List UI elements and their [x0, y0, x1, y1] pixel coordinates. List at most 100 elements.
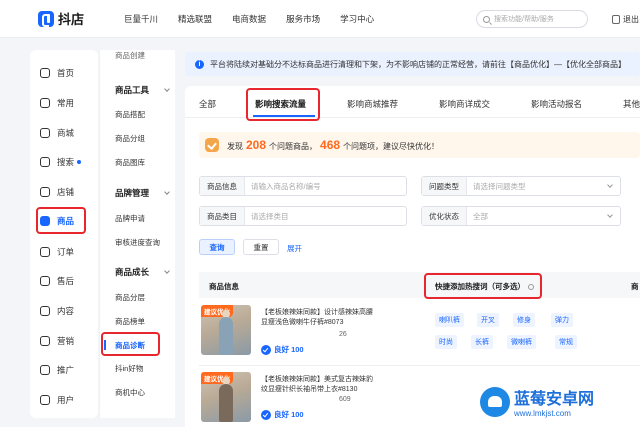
leftnav-item-order[interactable]: 订单	[40, 243, 98, 261]
subnav-item-review-progress[interactable]: 审核进度查询	[115, 237, 160, 248]
leftnav-item-marketing[interactable]: 营销	[40, 332, 98, 350]
leftnav-item-content[interactable]: 内容	[40, 302, 98, 320]
highlight-product-nav	[36, 207, 86, 234]
keyword-chip[interactable]: 修身	[513, 313, 535, 327]
category-select[interactable]: 商品类目 请选择类目	[199, 206, 407, 226]
tab-mall-recommend[interactable]: 影响商城推荐	[347, 98, 398, 110]
subnav-item-ranking[interactable]: 商品榜单	[115, 316, 145, 327]
issue-product-count: 208	[246, 138, 267, 152]
subnav-item-gallery[interactable]: 商品图库	[115, 157, 145, 168]
new-dot	[77, 160, 82, 164]
subnav-item-brand-apply[interactable]: 品牌申请	[115, 213, 145, 224]
folder-icon	[40, 98, 50, 108]
issue-item-count: 468	[320, 138, 341, 152]
reset-button[interactable]: 重置	[243, 239, 279, 255]
leftnav-item-store[interactable]: 店铺	[40, 183, 98, 201]
subnav-item-opportunity[interactable]: 商机中心	[115, 387, 145, 398]
after-sale-icon	[40, 276, 50, 286]
status-select[interactable]: 优化状态 全部	[421, 206, 621, 226]
col-product-info: 商品信息	[209, 282, 239, 291]
product-thumbnail[interactable]: 建议优化	[201, 372, 251, 422]
chevron-down-icon	[607, 182, 613, 188]
search-icon	[40, 157, 50, 167]
leftnav-item-common[interactable]: 常用	[40, 94, 98, 112]
topnav-item-service-market[interactable]: 服务市场	[286, 13, 320, 25]
table-row: 建议优化 【老板娘辣妹同款】设计感辣妹高腰显瘦浅色微喇牛仔裤#8073 26 良…	[199, 300, 640, 366]
info-icon: i	[195, 59, 204, 69]
store-icon	[40, 187, 50, 197]
check-circle-icon	[261, 409, 271, 420]
search-placeholder: 搜索功能/帮助/服务	[494, 16, 554, 23]
subnav-item-grouping[interactable]: 商品分组	[115, 133, 145, 144]
expand-link[interactable]: 展开	[287, 243, 302, 254]
keyword-chip[interactable]: 开叉	[477, 313, 499, 327]
left-nav: 首页 常用 商城 搜索 店铺 商品 订单 售后 内容 营销 推广 用户	[30, 50, 98, 418]
product-id: 26	[339, 331, 347, 338]
subnav-group-brand[interactable]: 品牌管理	[115, 187, 173, 199]
topnav-item-ecommerce-data[interactable]: 电商数据	[232, 13, 266, 25]
blueberry-logo-icon	[480, 386, 510, 417]
topnav-item-qianchuan[interactable]: 巨量千川	[124, 13, 158, 25]
search-input[interactable]: 搜索功能/帮助/服务	[476, 10, 588, 28]
table-header: 商品信息 快捷添加热搜词（可多选） 商	[199, 272, 640, 298]
issue-type-select[interactable]: 问题类型 请选择问题类型	[421, 176, 621, 196]
keyword-chip[interactable]: 微喇裤	[507, 335, 536, 349]
keyword-chip[interactable]: 常规	[555, 335, 577, 349]
check-icon	[205, 138, 219, 152]
product-id: 609	[339, 396, 351, 403]
leftnav-item-after-sale[interactable]: 售后	[40, 272, 98, 290]
chevron-down-icon	[607, 212, 613, 218]
top-bar: 抖店 巨量千川 精选联盟 电商数据 服务市场 学习中心 搜索功能/帮助/服务 退…	[0, 0, 640, 38]
subnav-group-tools[interactable]: 商品工具	[115, 84, 173, 96]
leftnav-item-search[interactable]: 搜索	[40, 153, 98, 171]
home-icon	[40, 68, 50, 78]
top-nav: 巨量千川 精选联盟 电商数据 服务市场 学习中心	[124, 13, 394, 25]
product-thumbnail[interactable]: 建议优化	[201, 305, 251, 355]
keyword-chip[interactable]: 时尚	[435, 335, 457, 349]
keyword-chip[interactable]: 弹力	[551, 313, 573, 327]
logout-label: 退出	[623, 15, 639, 24]
logout-icon	[612, 15, 620, 24]
site-watermark: 蓝莓安卓网 www.lmkjst.com	[480, 376, 640, 427]
issue-summary: 发现 208 个问题商品， 468 个问题项，建议尽快优化！	[199, 132, 640, 158]
user-icon	[40, 395, 50, 405]
subnav-group-growth[interactable]: 商品成长	[115, 266, 173, 278]
topnav-item-alliance[interactable]: 精选联盟	[178, 13, 212, 25]
leftnav-item-home[interactable]: 首页	[40, 64, 98, 82]
query-button[interactable]: 查询	[199, 239, 235, 255]
product-title[interactable]: 【老板娘辣妹同款】美式复古辣妹豹纹显瘦针织长袖吊带上衣#8130	[261, 375, 376, 395]
keyword-chip[interactable]: 喇叭裤	[435, 313, 464, 327]
sub-nav: 商品创建 商品工具 商品搭配 商品分组 商品图库 品牌管理 品牌申请 审核进度查…	[99, 50, 175, 418]
topnav-item-learning-center[interactable]: 学习中心	[340, 13, 374, 25]
subnav-item-douin-goods[interactable]: 抖in好物	[115, 363, 143, 374]
subnav-item-matching[interactable]: 商品搭配	[115, 109, 145, 120]
quality-score: 良好 100	[261, 409, 304, 420]
highlight-hot-keywords-column	[424, 273, 542, 299]
subnav-item-layering[interactable]: 商品分层	[115, 292, 145, 303]
leftnav-item-user[interactable]: 用户	[40, 391, 98, 409]
mall-icon	[40, 128, 50, 138]
promotion-icon	[40, 365, 50, 375]
chevron-down-icon	[164, 267, 170, 274]
logout-button[interactable]: 退出	[612, 14, 639, 25]
brand-name: 抖店	[58, 12, 85, 27]
marketing-icon	[40, 336, 50, 346]
leftnav-item-promotion[interactable]: 推广	[40, 361, 98, 379]
brand-logo[interactable]: 抖店	[38, 9, 84, 28]
chevron-down-icon	[164, 188, 170, 195]
keyword-chip[interactable]: 长裤	[471, 335, 493, 349]
tab-other[interactable]: 其他	[623, 98, 640, 110]
tab-all[interactable]: 全部	[199, 98, 216, 110]
subnav-item-create[interactable]: 商品创建	[115, 50, 145, 61]
notice-text: 平台将陆续对基础分不达标商品进行清理和下架，为不影响店铺的正常经营，请前往【商品…	[210, 59, 626, 69]
chevron-down-icon	[164, 85, 170, 92]
tab-detail-conversion[interactable]: 影响商详成交	[439, 98, 490, 110]
highlight-diagnosis-nav	[101, 332, 160, 356]
tab-activity-signup[interactable]: 影响活动报名	[531, 98, 582, 110]
leftnav-item-mall[interactable]: 商城	[40, 124, 98, 142]
highlight-search-traffic-tab	[246, 88, 320, 121]
product-title[interactable]: 【老板娘辣妹同款】设计感辣妹高腰显瘦浅色微喇牛仔裤#8073	[261, 308, 376, 328]
product-info-field[interactable]: 商品信息 请输入商品名称/编号	[199, 176, 407, 196]
order-icon	[40, 247, 50, 257]
watermark-title: 蓝莓安卓网	[514, 391, 595, 408]
